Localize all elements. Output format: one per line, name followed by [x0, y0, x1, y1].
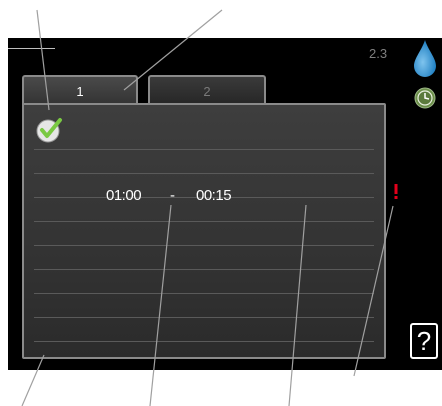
row-divider [34, 293, 374, 294]
row-divider [34, 221, 374, 222]
menu-number: 2.3 [369, 46, 388, 61]
start-time[interactable]: 01:00 [106, 187, 142, 204]
help-button[interactable]: ? [410, 323, 438, 359]
row-divider [34, 269, 374, 270]
tab-2-label: 2 [203, 84, 211, 99]
row-divider [34, 149, 374, 150]
row-divider [34, 317, 374, 318]
time-separator: - [170, 187, 175, 204]
tab-1[interactable]: 1 [22, 75, 138, 105]
header-divider [8, 48, 55, 49]
exclamation-icon [394, 184, 398, 199]
clock-icon [414, 87, 436, 109]
row-divider [34, 245, 374, 246]
display-screen: 2.3 1 2 01:00 - 00:15 ? [8, 38, 442, 370]
schedule-panel: 01:00 - 00:15 [22, 103, 386, 359]
row-divider [34, 173, 374, 174]
checkmark-icon[interactable] [35, 115, 65, 145]
row-divider [34, 341, 374, 342]
tab-1-label: 1 [76, 84, 84, 99]
water-drop-icon [414, 40, 436, 77]
end-time[interactable]: 00:15 [196, 187, 232, 204]
tab-2[interactable]: 2 [148, 75, 266, 105]
